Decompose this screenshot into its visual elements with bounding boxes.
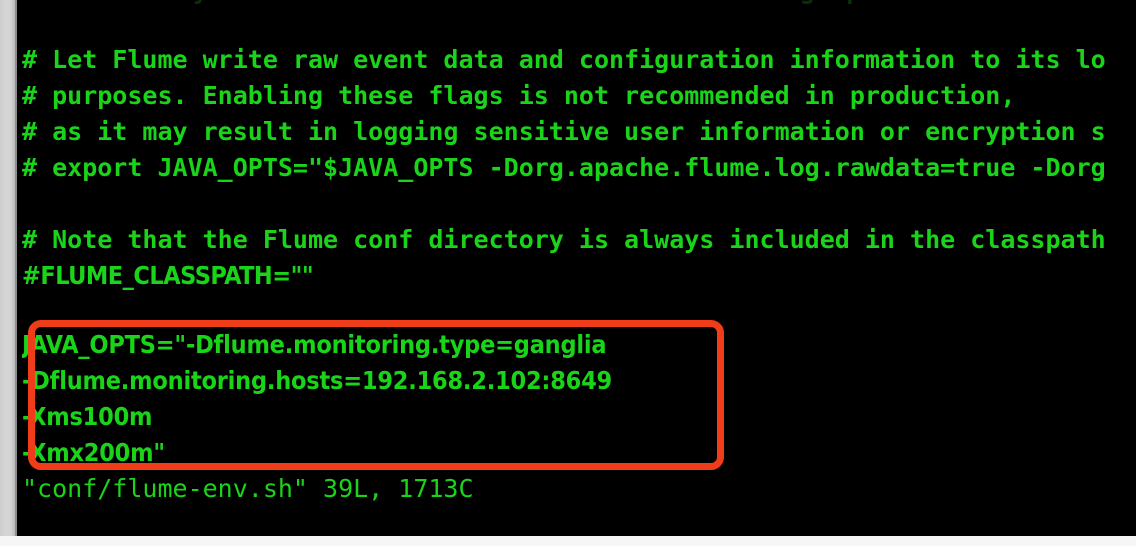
highlighted-config-block: JAVA_OPTS="-Dflume.monitoring.type=gangl… [22, 327, 1136, 471]
highlighted-code-line: JAVA_OPTS="-Dflume.monitoring.type=gangl… [22, 330, 607, 359]
code-line: #FLUME_CLASSPATH="" [22, 261, 314, 290]
highlighted-code-line: -Xmx200m" [22, 438, 165, 467]
vim-status-line: "conf/flume-env.sh" 39L, 1713C [22, 474, 474, 503]
code-line: # Note that the Flume conf directory is … [22, 225, 1106, 254]
vim-buffer-lines: # Let Flume write raw event data and con… [22, 42, 1136, 330]
terminal-window: # Note: If you want to use flume with th… [0, 0, 1136, 546]
code-line: # as it may result in logging sensitive … [22, 117, 1106, 146]
code-line: # export JAVA_OPTS="$JAVA_OPTS -Dorg.apa… [22, 153, 1106, 182]
code-line: # purposes. Enabling these flags is not … [22, 81, 1016, 110]
window-left-gutter [0, 0, 15, 536]
vim-editor-viewport[interactable]: # Note: If you want to use flume with th… [17, 0, 1136, 536]
scrolled-ghost-row: # Note: If you want to use flume with th… [22, 0, 1136, 6]
highlighted-code-line: -Xms100m [22, 402, 153, 431]
window-bottom-strip [0, 536, 1136, 546]
code-line: # Let Flume write raw event data and con… [22, 45, 1106, 74]
highlighted-code-line: -Dflume.monitoring.hosts=192.168.2.102:8… [22, 366, 613, 395]
